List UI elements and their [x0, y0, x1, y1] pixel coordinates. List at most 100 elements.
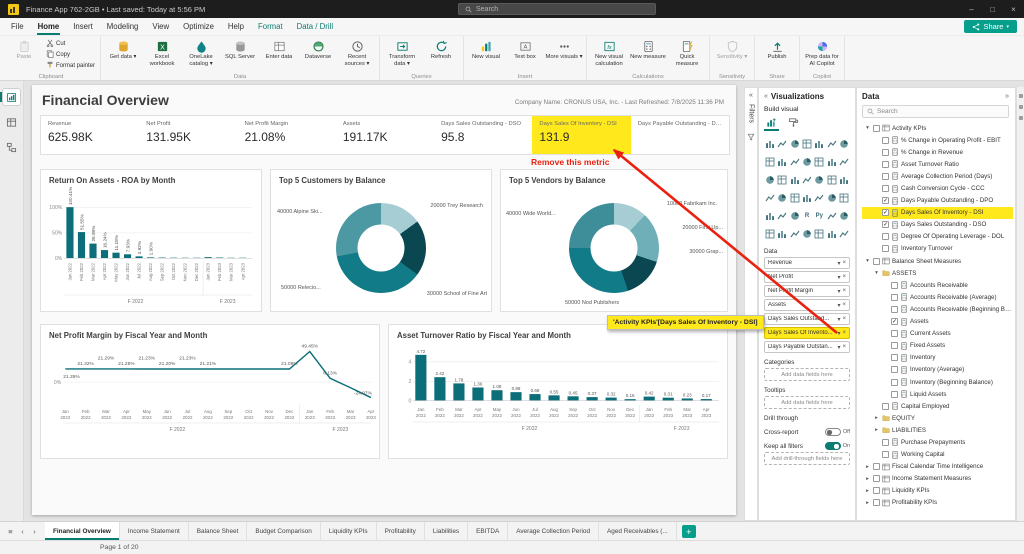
- checkbox[interactable]: [882, 172, 889, 180]
- tooltips-drop-area[interactable]: Add data fields here: [764, 396, 850, 409]
- report-page[interactable]: Financial Overview Company Name: CRONUS …: [32, 85, 736, 515]
- build-visual-tab[interactable]: [764, 116, 779, 131]
- remove-field-icon[interactable]: ×: [842, 274, 846, 280]
- kpi-card-revenue[interactable]: Revenue 625.98K: [41, 116, 139, 154]
- visual-type-scatter-chart[interactable]: [764, 171, 776, 188]
- quick-measure-button[interactable]: Quick measure: [668, 37, 706, 67]
- visual-type-clustered-column-chart[interactable]: [801, 135, 813, 152]
- keep-all-filters-toggle[interactable]: [824, 442, 841, 450]
- checkbox[interactable]: [882, 148, 889, 156]
- visual-type-clustered-bar-chart[interactable]: [789, 135, 801, 152]
- field-item-assets[interactable]: ✓ Assets: [862, 316, 1013, 328]
- visual-type-q-and-a[interactable]: [764, 225, 776, 242]
- close-icon[interactable]: ×: [1003, 0, 1024, 18]
- collapse-pane-icon[interactable]: «: [764, 93, 768, 100]
- checkbox[interactable]: [882, 402, 889, 410]
- chevron-down-icon[interactable]: ▾: [837, 260, 840, 267]
- remove-field-icon[interactable]: ×: [842, 260, 846, 266]
- page-tab-profitability[interactable]: Profitability: [376, 522, 425, 540]
- expand-icon[interactable]: ▸: [864, 476, 871, 482]
- checkbox[interactable]: ✓: [891, 318, 898, 326]
- checkbox[interactable]: [882, 438, 889, 446]
- page-tab-budget-comparison[interactable]: Budget Comparison: [247, 522, 321, 540]
- excel-workbook-button[interactable]: X Excel workbook: [143, 37, 181, 67]
- field-item-working-capital[interactable]: Working Capital: [862, 449, 1013, 461]
- checkbox[interactable]: [891, 330, 898, 338]
- checkbox[interactable]: [873, 124, 880, 132]
- field-item-liquid-assets[interactable]: Liquid Assets: [862, 388, 1013, 400]
- field-item-accounts-receivable[interactable]: Accounts Receivable: [862, 279, 1013, 291]
- refresh-button[interactable]: Refresh: [422, 37, 460, 61]
- visual-type-treemap[interactable]: [801, 171, 813, 188]
- more-visuals-button[interactable]: More visuals ▾: [545, 37, 583, 61]
- maximize-icon[interactable]: □: [982, 0, 1003, 18]
- onelake-catalog-button[interactable]: OneLake catalog ▾: [182, 37, 220, 67]
- checkbox[interactable]: [873, 475, 880, 483]
- expand-icon[interactable]: ▸: [873, 415, 880, 421]
- visual-type-funnel-chart[interactable]: [838, 153, 850, 170]
- remove-field-icon[interactable]: ×: [842, 330, 846, 336]
- ribbon-tab-home[interactable]: Home: [31, 18, 67, 36]
- collapse-icon[interactable]: ▾: [864, 258, 871, 264]
- checkbox[interactable]: [891, 293, 898, 301]
- donut-ring[interactable]: [336, 203, 426, 293]
- new-visual-button[interactable]: New visual: [467, 37, 505, 61]
- checkbox[interactable]: ✓: [882, 197, 889, 205]
- visual-type-ribbon-chart[interactable]: [813, 153, 825, 170]
- field-item-liquidity-kpis[interactable]: ▸ Liquidity KPIs: [862, 485, 1013, 497]
- page-tab-liquidity-kpis[interactable]: Liquidity KPIs: [320, 522, 377, 540]
- field-item-current-assets[interactable]: Current Assets: [862, 328, 1013, 340]
- previous-page-icon[interactable]: ‹: [17, 527, 28, 536]
- top-customers-card[interactable]: Top 5 Customers by Balance 20000 Trey Re…: [270, 169, 492, 312]
- field-item-degree-of-operating-leverage-dol[interactable]: Degree Of Operating Leverage - DOL: [862, 231, 1013, 243]
- ribbon-tab-insert[interactable]: Insert: [66, 18, 100, 36]
- visual-type-100-stacked-column-chart[interactable]: [825, 135, 837, 152]
- collapsed-pane-icon[interactable]: [1018, 105, 1023, 109]
- expand-icon[interactable]: ▸: [864, 500, 871, 506]
- sql-server-button[interactable]: SQL Server: [221, 37, 259, 61]
- visual-type-donut-chart[interactable]: [789, 171, 801, 188]
- prep-data-for-ai-copilot-button[interactable]: Prep data for AI Copilot: [803, 37, 841, 67]
- checkbox[interactable]: [873, 499, 880, 507]
- checkbox[interactable]: [891, 390, 898, 398]
- visual-type-matrix[interactable]: [789, 207, 801, 224]
- roa-chart-card[interactable]: Return On Assets - ROA by Month 100% 50% 0…: [40, 169, 262, 312]
- collapse-pane-icon[interactable]: »: [1005, 93, 1009, 100]
- ribbon-tab-format[interactable]: Format: [251, 18, 290, 36]
- table-view-icon[interactable]: [3, 114, 20, 130]
- field-well-assets[interactable]: Assets ▾ ×: [764, 299, 850, 311]
- checkbox[interactable]: [873, 257, 880, 265]
- field-item-cash-conversion-cycle-ccc[interactable]: Cash Conversion Cycle - CCC: [862, 182, 1013, 194]
- checkbox[interactable]: ✓: [882, 209, 889, 217]
- text-box-button[interactable]: A Text box: [506, 37, 544, 61]
- sensitivity-button[interactable]: Sensitivity ▾: [713, 37, 751, 61]
- model-view-icon[interactable]: [3, 139, 20, 155]
- kpi-card-days-sales-outstanding-dso[interactable]: Days Sales Outstanding - DSO 95.8: [434, 116, 532, 154]
- visual-type-card[interactable]: [789, 189, 801, 206]
- checkbox[interactable]: [882, 233, 889, 241]
- field-well-days-sales-outstand[interactable]: Days Sales Outstand... ▾ ×: [764, 313, 850, 325]
- collapsed-pane-icon[interactable]: [1018, 94, 1023, 98]
- field-item-inventory[interactable]: Inventory: [862, 352, 1013, 364]
- visual-type-shape-map[interactable]: [838, 171, 850, 188]
- enter-data-button[interactable]: Enter data: [260, 37, 298, 61]
- checkbox[interactable]: [891, 281, 898, 289]
- page-tab-income-statement[interactable]: Income Statement: [119, 522, 189, 540]
- visual-type-area-chart[interactable]: [764, 153, 776, 170]
- visual-type-metrics[interactable]: [789, 225, 801, 242]
- visual-type-kpi[interactable]: [825, 189, 837, 206]
- drill-through-drop-area[interactable]: Add drill-through fields here: [764, 452, 850, 465]
- fields-search-input[interactable]: Search: [862, 105, 1009, 118]
- minimize-icon[interactable]: –: [961, 0, 982, 18]
- page-tab-balance-sheet[interactable]: Balance Sheet: [188, 522, 248, 540]
- visual-type-waterfall-chart[interactable]: [825, 153, 837, 170]
- share-button[interactable]: Share ▾: [964, 20, 1017, 33]
- visual-type-decomposition-tree[interactable]: [838, 207, 850, 224]
- field-item-days-payable-outstanding-dpo[interactable]: ✓ Days Payable Outstanding - DPO: [862, 195, 1013, 207]
- field-item-asset-turnover-ratio[interactable]: Asset Turnover Ratio: [862, 158, 1013, 170]
- visual-type-power-apps[interactable]: [825, 225, 837, 242]
- field-item-inventory-turnover[interactable]: Inventory Turnover: [862, 243, 1013, 255]
- field-item-accounts-receivable-average[interactable]: Accounts Receivable (Average): [862, 291, 1013, 303]
- visual-type-stacked-area-chart[interactable]: [776, 153, 788, 170]
- checkbox[interactable]: [891, 305, 898, 313]
